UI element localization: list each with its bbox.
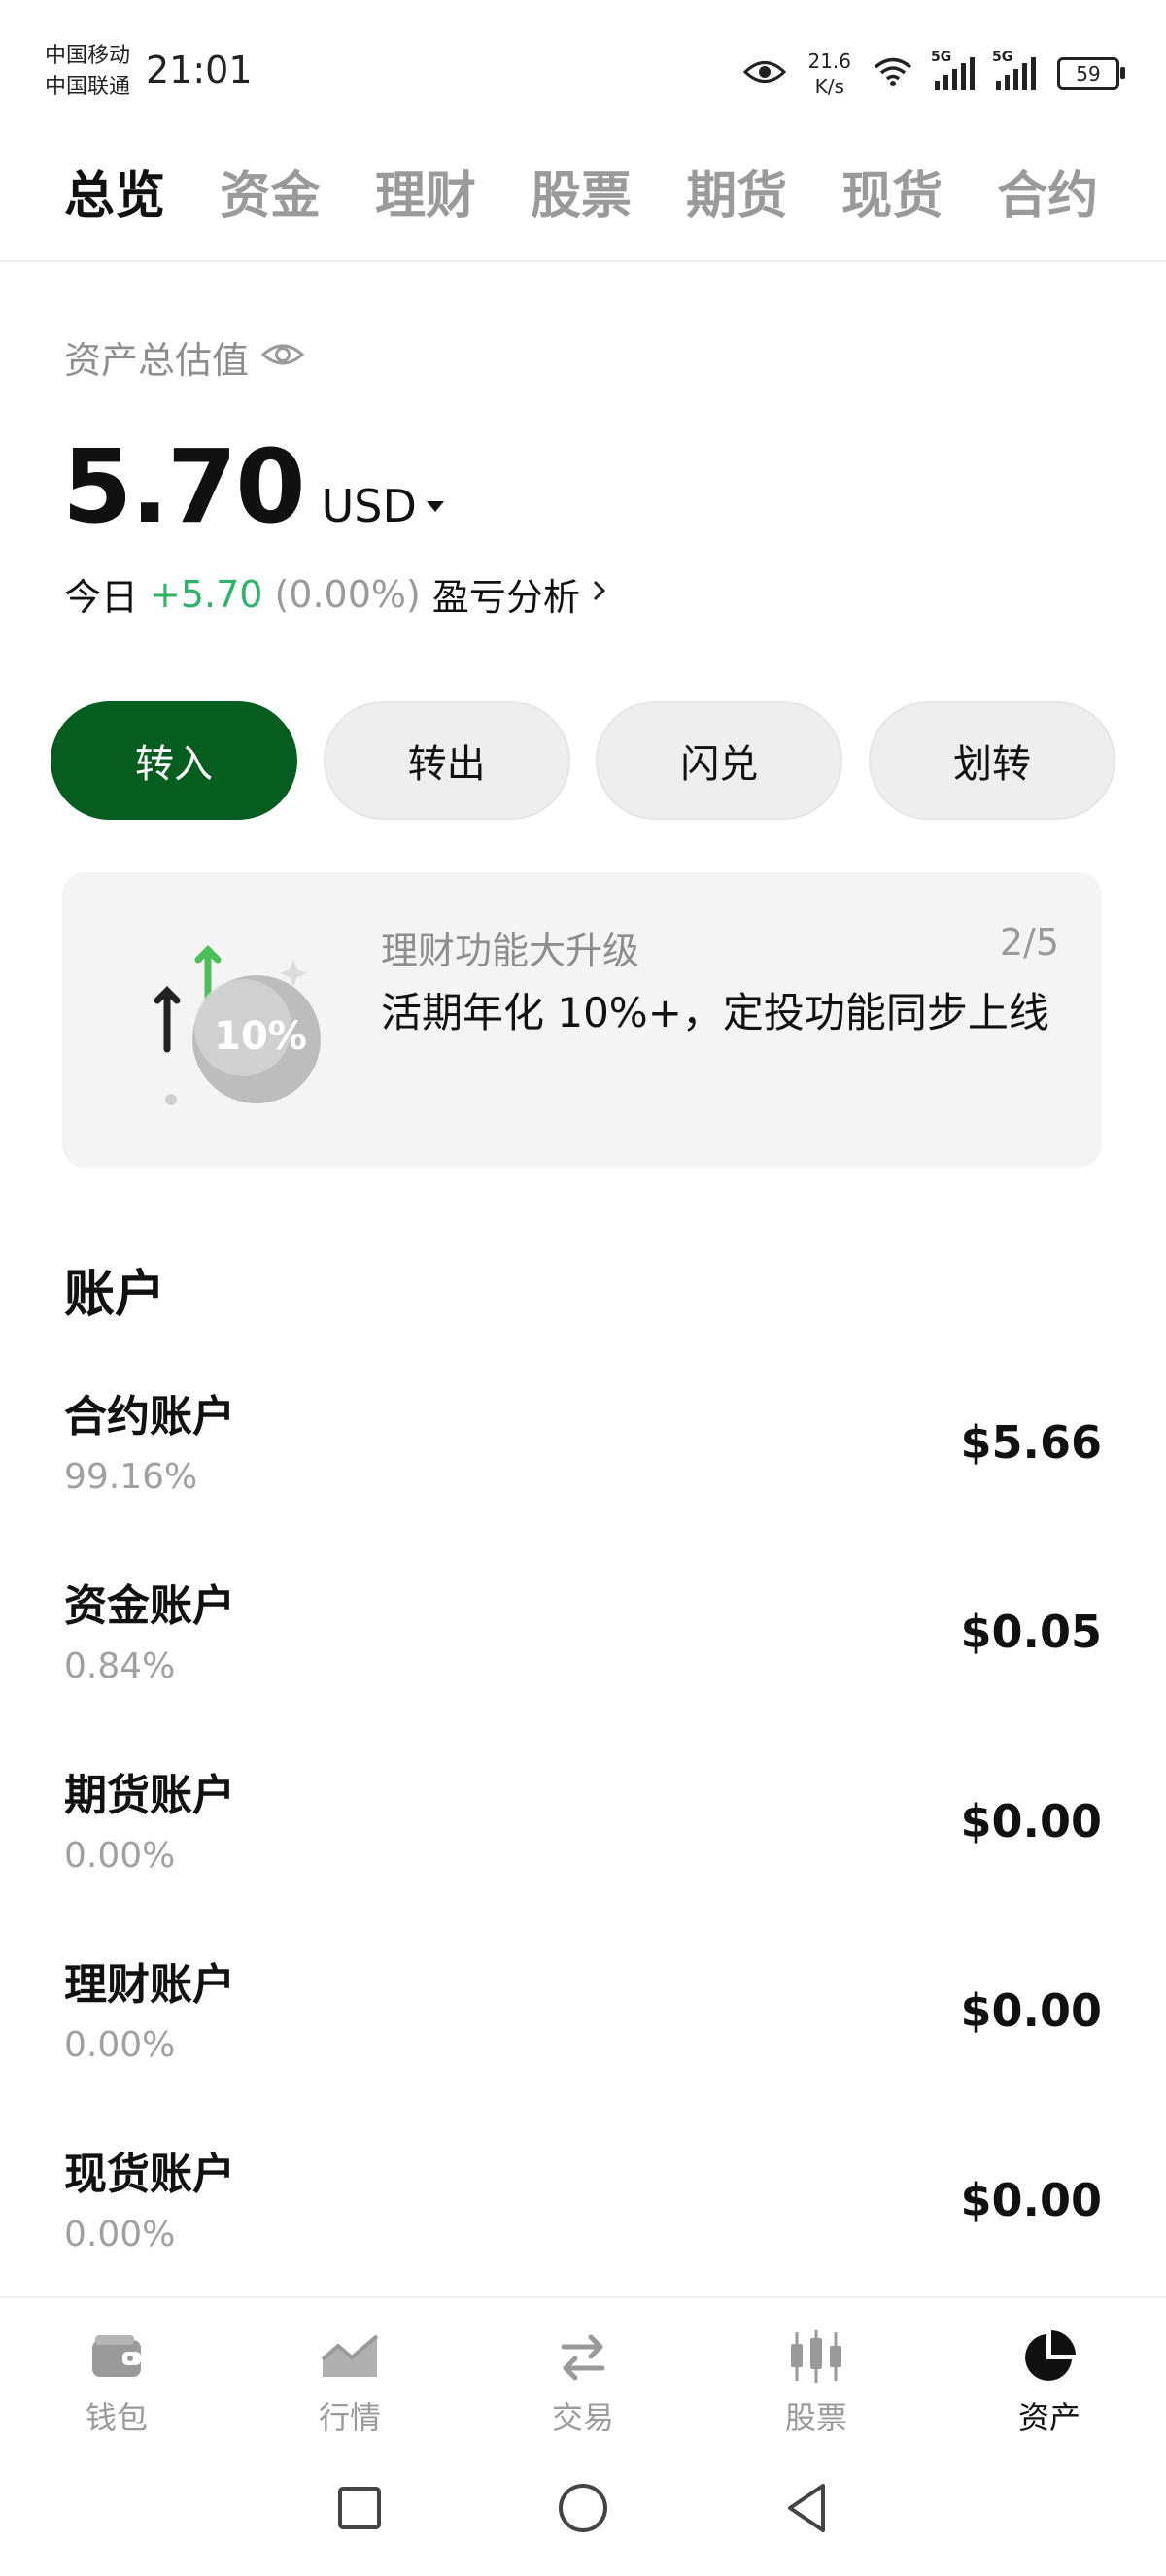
swap-arrows-icon [554, 2327, 612, 2386]
convert-button[interactable]: 闪兑 [596, 701, 843, 820]
account-name: 期货账户 [64, 1771, 235, 1820]
net-speed: 21.6 K/s [807, 49, 851, 99]
account-value: $0.00 [960, 2174, 1102, 2226]
nav-stocks[interactable]: 股票 [700, 2298, 933, 2442]
asset-tabs: 总览 资金 理财 股票 期货 现货 合约 [64, 155, 1098, 237]
account-row-funding[interactable]: 资金账户 0.84% $0.05 [0, 1549, 1166, 1739]
total-assets-label-row: 资产总估值 [64, 330, 305, 384]
account-share: 0.00% [64, 2215, 176, 2254]
today-pnl-row: 今日 +5.70 (0.00%) 盈亏分析 [64, 567, 609, 621]
nav-assets-label: 资产 [1017, 2399, 1080, 2436]
asset-actions: 转入 转出 闪兑 划转 [51, 701, 1115, 820]
transfer-button[interactable]: 划转 [868, 701, 1115, 820]
account-value: $0.05 [960, 1606, 1102, 1658]
tab-contract[interactable]: 合约 [997, 155, 1098, 237]
status-bar: 中国移动 中国联通 21:01 21.6 K/s 5G 5G 59 [0, 0, 1166, 136]
recent-apps-icon[interactable] [330, 2479, 389, 2537]
tab-spot[interactable]: 现货 [841, 155, 943, 237]
account-name: 理财账户 [64, 1960, 235, 2010]
system-nav-bar [0, 2440, 1166, 2576]
account-share: 0.84% [64, 1646, 176, 1686]
tab-overview[interactable]: 总览 [64, 155, 165, 237]
total-assets-value-row: 5.70 USD [62, 427, 444, 546]
promo-badge-text: 10% [214, 1014, 307, 1059]
account-row-contract[interactable]: 合约账户 99.16% $5.66 [0, 1360, 1166, 1549]
banner-description: 活期年化 10%+，定投功能同步上线 [381, 989, 1049, 1036]
back-icon[interactable] [777, 2479, 836, 2537]
total-assets-value: 5.70 [62, 427, 306, 546]
wifi-icon [873, 56, 913, 91]
chevron-right-icon [590, 574, 609, 614]
bottom-nav: 钱包 行情 交易 股票 资产 [0, 2296, 1166, 2442]
battery-icon: 59 [1057, 57, 1125, 90]
net-speed-value: 21.6 [807, 50, 851, 73]
carrier-2: 中国联通 [45, 75, 131, 99]
status-time: 21:01 [146, 49, 253, 91]
candlestick-icon [787, 2327, 845, 2386]
nav-stocks-label: 股票 [784, 2399, 847, 2436]
promo-banner[interactable]: 10% 理财功能大升级 2/5 活期年化 10%+，定投功能同步上线 [62, 872, 1102, 1168]
account-share: 0.00% [64, 2025, 176, 2065]
eye-icon [743, 57, 787, 90]
account-row-earn[interactable]: 理财账户 0.00% $0.00 [0, 1928, 1166, 2118]
nav-wallet-label: 钱包 [85, 2399, 148, 2436]
pnl-analysis-label: 盈亏分析 [431, 576, 580, 619]
accounts-heading: 账户 [64, 1266, 166, 1324]
sim1-network-label: 5G [931, 50, 952, 65]
today-label: 今日 [64, 576, 139, 619]
nav-trade[interactable]: 交易 [466, 2298, 700, 2442]
pie-chart-icon [1020, 2327, 1079, 2386]
account-name: 现货账户 [64, 2150, 235, 2199]
tab-funding[interactable]: 资金 [220, 155, 321, 237]
total-assets-label: 资产总估值 [64, 339, 250, 382]
visibility-eye-icon[interactable] [260, 336, 305, 379]
tabs-divider [0, 260, 1166, 262]
nav-trade-label: 交易 [551, 2399, 614, 2436]
wallet-icon [87, 2327, 146, 2386]
status-icons: 21.6 K/s 5G 5G 59 [743, 47, 1125, 101]
account-share: 0.00% [64, 1836, 176, 1876]
banner-page-indicator: 2/5 [999, 921, 1059, 964]
tab-stocks[interactable]: 股票 [531, 155, 632, 237]
signal-icon-sim2: 5G [992, 50, 1036, 90]
nav-assets[interactable]: 资产 [933, 2298, 1166, 2442]
withdraw-button[interactable]: 转出 [323, 701, 570, 820]
account-row-futures[interactable]: 期货账户 0.00% $0.00 [0, 1739, 1166, 1928]
nav-markets-label: 行情 [318, 2399, 381, 2436]
deposit-button[interactable]: 转入 [51, 701, 297, 820]
account-row-spot[interactable]: 现货账户 0.00% $0.00 [0, 2118, 1166, 2307]
home-icon[interactable] [554, 2479, 612, 2537]
account-value: $0.00 [960, 1984, 1102, 2037]
carrier-labels: 中国移动 中国联通 [45, 41, 130, 103]
account-name: 合约账户 [64, 1392, 235, 1441]
signal-icon-sim1: 5G [931, 50, 975, 90]
sim2-network-label: 5G [992, 50, 1013, 65]
account-value: $5.66 [960, 1416, 1102, 1469]
account-list: 合约账户 99.16% $5.66 资金账户 0.84% $0.05 期货账户 … [0, 1360, 1166, 2307]
account-share: 99.16% [64, 1457, 198, 1497]
banner-title: 理财功能大升级 [381, 930, 640, 972]
today-change-pct: (0.00%) [274, 572, 421, 616]
tab-earn[interactable]: 理财 [375, 155, 476, 237]
nav-markets[interactable]: 行情 [233, 2298, 466, 2442]
currency-label: USD [321, 480, 417, 532]
tab-futures[interactable]: 期货 [686, 155, 787, 237]
chart-area-icon [321, 2327, 379, 2386]
earn-promo-illustration: 10% [140, 942, 334, 1117]
account-value: $0.00 [960, 1795, 1102, 1847]
nav-wallet[interactable]: 钱包 [0, 2298, 233, 2442]
today-change: +5.70 [150, 572, 263, 616]
net-speed-unit: K/s [814, 75, 844, 98]
caret-down-icon [426, 500, 444, 512]
carrier-1: 中国移动 [45, 44, 131, 68]
account-name: 资金账户 [64, 1581, 235, 1631]
currency-selector[interactable]: USD [322, 480, 444, 532]
pnl-analysis-link[interactable]: 盈亏分析 [432, 567, 609, 621]
